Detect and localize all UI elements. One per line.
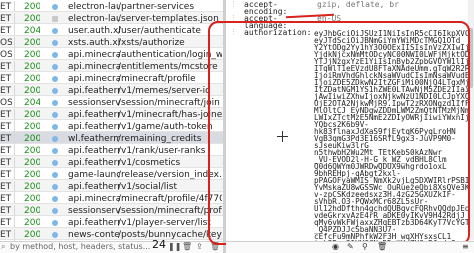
filter-icon: ⌕ bbox=[1, 242, 6, 251]
trash-icon[interactable]: 🗑 bbox=[377, 242, 387, 251]
request-row[interactable]: OST204sessionserver.m/session/minecraft/… bbox=[0, 96, 223, 109]
request-row[interactable]: ET200api.feathermc.c/v1/social/list bbox=[0, 180, 223, 193]
globe-icon bbox=[52, 112, 58, 118]
globe-icon bbox=[52, 196, 58, 202]
status-cell: 200 bbox=[24, 230, 40, 240]
copy-icon[interactable]: ✎ bbox=[347, 242, 354, 251]
filter-input[interactable]: by method, host, headers, status... bbox=[10, 242, 150, 251]
request-row[interactable]: ET200api.feathermc.c/v1/rank/user-ranks bbox=[0, 144, 223, 157]
request-row[interactable]: ET200api.feathermc.c/v1/minecraft/has-jo… bbox=[0, 108, 223, 121]
request-row[interactable]: ET200api.feathermc.c/v1/game/auth-token bbox=[0, 120, 223, 133]
eye-icon[interactable]: ◉ bbox=[332, 242, 339, 251]
request-row[interactable]: ET200api.minecraftser/minecraft/profile bbox=[0, 72, 223, 85]
globe-icon bbox=[52, 28, 58, 34]
globe-icon bbox=[52, 136, 58, 142]
detail-toolbar: ◉ ✎ ⚲ 🗑 ≡ bbox=[226, 241, 474, 253]
method-cell: ET bbox=[0, 230, 12, 240]
request-row[interactable]: OST200api.minecraftser/authentication/lo… bbox=[0, 48, 223, 61]
path-cell: /posts/bunnycache/key/rkv... bbox=[118, 230, 222, 240]
globe-icon bbox=[52, 160, 58, 166]
request-row[interactable]: ET200electron-launche/server-templates.j… bbox=[0, 12, 223, 25]
request-row[interactable]: ET200api.minecraftser/minecraft/profile/… bbox=[0, 192, 223, 205]
host-cell: news-content.aq bbox=[68, 230, 120, 240]
request-row[interactable]: ET204user.auth.xboxl/user/authenticate bbox=[0, 24, 223, 37]
globe-icon bbox=[52, 40, 58, 46]
request-list: ET200electron-launche/partner-servicesET… bbox=[0, 0, 223, 253]
globe-icon bbox=[52, 232, 58, 238]
request-count: 24 bbox=[152, 238, 166, 251]
request-row[interactable]: ET 200 news-content.aq/posts/bunnycache/ke… bbox=[0, 228, 223, 241]
globe-icon bbox=[52, 124, 58, 130]
request-row[interactable]: ET200api.minecraftser/entitlements/mcsto… bbox=[0, 60, 223, 73]
globe-icon bbox=[52, 172, 58, 178]
filter-bar: ⌕ by method, host, headers, status... 24… bbox=[0, 238, 223, 253]
globe-icon bbox=[52, 184, 58, 190]
pause-icon[interactable]: ❚❚ bbox=[168, 242, 181, 251]
annotation-highlight-box bbox=[208, 21, 470, 245]
request-row[interactable]: ET200electron-launche/partner-services bbox=[0, 0, 223, 13]
request-row[interactable]: OST200xsts.auth.xboxl/xsts/authorize bbox=[0, 36, 223, 49]
globe-icon bbox=[52, 148, 58, 154]
globe-icon bbox=[52, 4, 58, 10]
export-icon[interactable]: ⇪ bbox=[196, 242, 203, 251]
header-value: gzip, deflate, br bbox=[317, 0, 399, 9]
trash-icon[interactable]: 🗑 bbox=[182, 242, 192, 251]
menu-icon[interactable]: ≡ bbox=[462, 242, 469, 251]
request-row[interactable]: ET200api.feathermc.c/v1/cosmetics bbox=[0, 156, 223, 169]
request-row[interactable]: ET200game-launcher.f/release/version_ind… bbox=[0, 168, 223, 181]
globe-icon bbox=[52, 64, 58, 70]
globe-icon bbox=[52, 76, 58, 82]
cursor-crosshair-icon bbox=[277, 131, 288, 142]
globe-icon bbox=[52, 220, 58, 226]
lock-icon bbox=[52, 16, 58, 22]
request-row[interactable]: ET200wl.feathermc.co/remaining_credits bbox=[0, 132, 223, 145]
globe-icon bbox=[52, 208, 58, 214]
row-dots-icon: ⋮ bbox=[230, 0, 237, 8]
globe-icon bbox=[52, 52, 58, 58]
request-row[interactable]: ET200api.feathermc.c/v1/player-server/li… bbox=[0, 216, 223, 229]
request-row[interactable]: ET200sessionserver.m/session/minecraft/p… bbox=[0, 204, 223, 217]
column-separator bbox=[14, 229, 15, 241]
globe-icon bbox=[52, 88, 58, 94]
request-row[interactable]: ET200api.feathermc.c/v1/memes/server-id bbox=[0, 84, 223, 97]
search-icon[interactable]: ⚲ bbox=[362, 242, 368, 251]
globe-icon bbox=[52, 100, 58, 106]
